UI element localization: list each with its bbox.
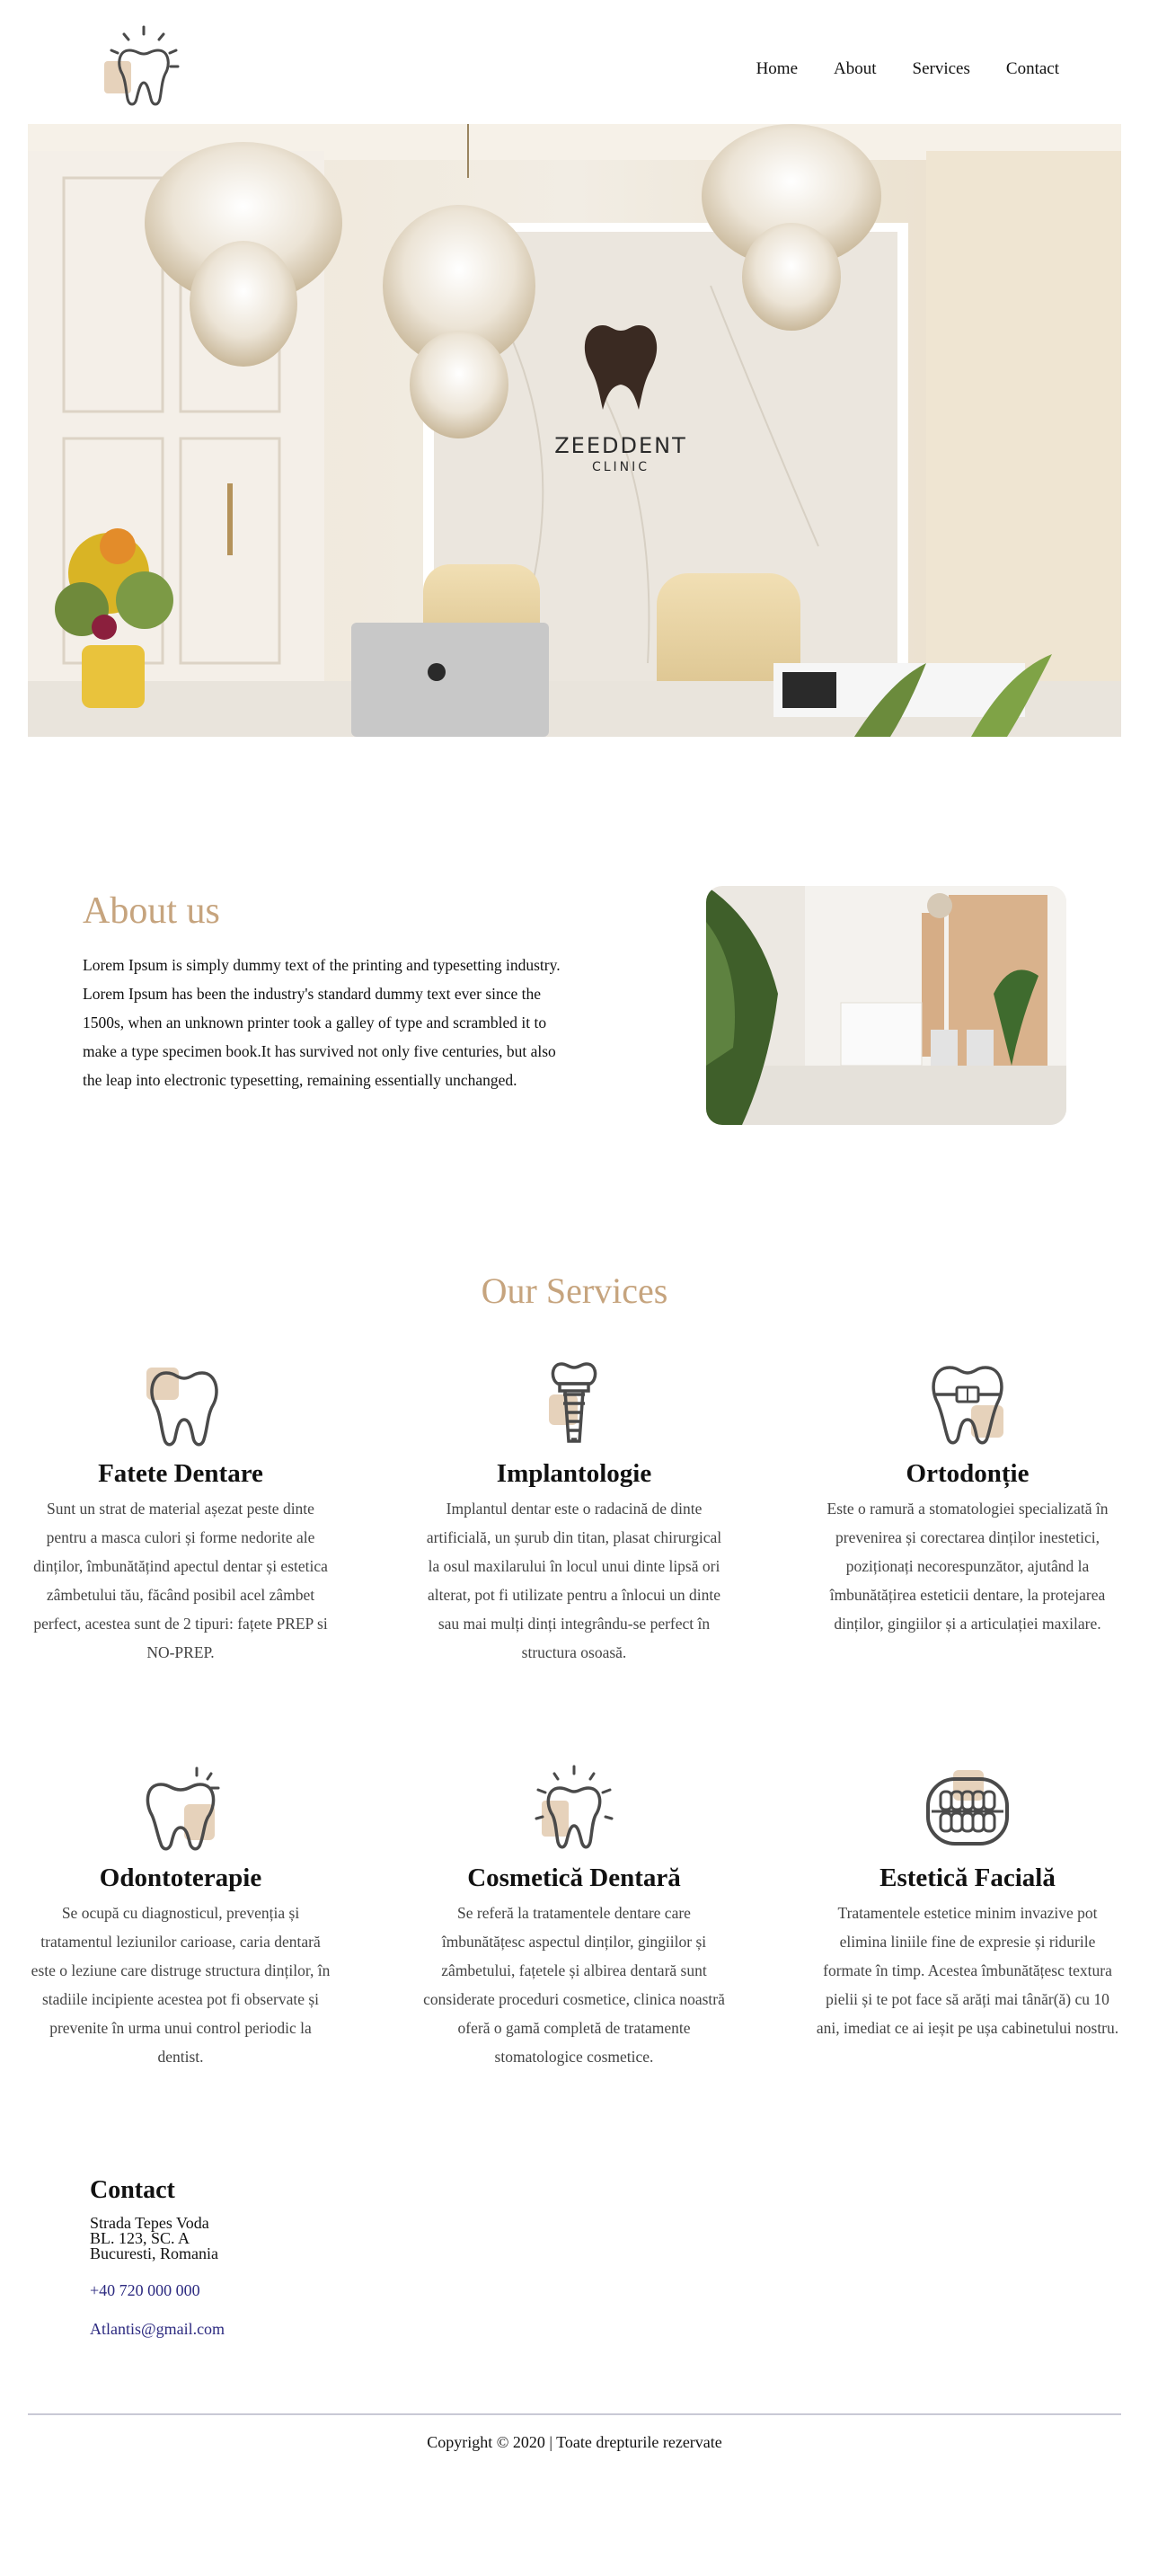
footer-divider xyxy=(28,2413,1121,2415)
logo-tooth-icon[interactable] xyxy=(97,23,190,113)
about-text: Lorem Ipsum is simply dummy text of the … xyxy=(83,956,561,1089)
service-text: Se ocupă cu diagnosticul, prevenția și t… xyxy=(31,1904,331,2066)
service-name: Fatete Dentare xyxy=(98,1459,263,1488)
service-text: Se referă la tratamentele dentare care î… xyxy=(423,1904,725,2066)
service-text: Sunt un strat de material așezat peste d… xyxy=(33,1500,328,1661)
service-card: Odontoterapie Se ocupă cu diagnosticul, … xyxy=(27,1765,334,2071)
tooth-sparkle-icon xyxy=(146,1766,220,1851)
teeth-smile-icon xyxy=(926,1770,1009,1846)
service-card: Cosmetică Dentară Se referă la tratament… xyxy=(420,1765,728,2071)
tooth-braces-icon xyxy=(932,1366,1003,1445)
service-card: Estetică Facială Tratamentele estetice m… xyxy=(814,1765,1121,2042)
shining-tooth-icon xyxy=(535,1765,614,1849)
main-nav: Home About Services Contact xyxy=(756,59,1059,79)
nav-contact[interactable]: Contact xyxy=(1006,59,1059,79)
copyright-text: Copyright © 2020 | Toate drepturile reze… xyxy=(427,2433,722,2451)
contact-title: Contact xyxy=(90,2176,175,2204)
service-name: Odontoterapie xyxy=(99,1863,262,1892)
service-text: Tratamentele estetice minim invazive pot… xyxy=(816,1904,1119,2037)
service-name: Implantologie xyxy=(496,1459,652,1488)
phone-link[interactable]: +40 720 000 000 xyxy=(90,2281,225,2300)
service-card: Ortodonție Este o ramură a stomatologiei… xyxy=(814,1360,1121,1638)
nav-services[interactable]: Services xyxy=(913,59,970,79)
contact-address: Strada Tepes Voda BL. 123, SC. A Bucures… xyxy=(90,2215,225,2262)
service-card: Implantologie Implantul dentar este o ra… xyxy=(420,1360,728,1667)
hero-brand-sub: CLINIC xyxy=(592,460,650,474)
services-title: Our Services xyxy=(481,1270,668,1311)
contact-section: Contact Strada Tepes Voda BL. 123, SC. A… xyxy=(90,2176,225,2339)
about-image xyxy=(706,886,1066,1125)
service-name: Estetică Facială xyxy=(879,1863,1056,1892)
hero-image: ZEEDDENT CLINIC xyxy=(28,124,1121,737)
address-line: Bucuresti, Romania xyxy=(90,2244,218,2262)
hero-brand-name: ZEEDDENT xyxy=(554,433,687,458)
tooth-icon xyxy=(146,1368,218,1447)
nav-about[interactable]: About xyxy=(834,59,877,79)
email-link[interactable]: Atlantis@gmail.com xyxy=(90,2320,225,2339)
service-text: Este o ramură a stomatologiei specializa… xyxy=(826,1500,1109,1633)
service-card: Fatete Dentare Sunt un strat de material… xyxy=(27,1360,334,1667)
dental-implant-icon xyxy=(549,1362,597,1443)
nav-home[interactable]: Home xyxy=(756,59,798,79)
about-title: About us xyxy=(83,890,220,932)
service-name: Ortodonție xyxy=(906,1459,1030,1488)
service-name: Cosmetică Dentară xyxy=(467,1863,681,1892)
service-text: Implantul dentar este o radacină de dint… xyxy=(426,1500,722,1661)
site-header: Home About Services Contact xyxy=(0,0,1149,124)
